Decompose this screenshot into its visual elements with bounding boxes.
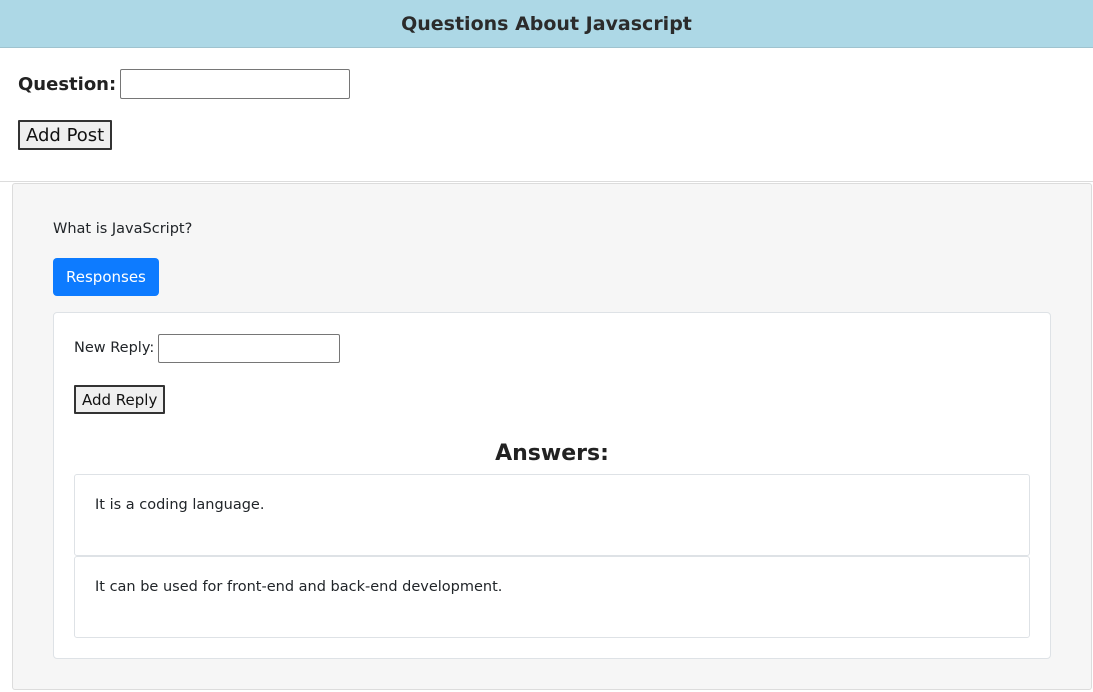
reply-input[interactable]	[158, 333, 341, 363]
post-question-text: What is JavaScript?	[53, 221, 193, 237]
reply-label: New Reply:	[74, 340, 155, 356]
responses-button[interactable]: Responses	[53, 258, 159, 296]
add-post-button[interactable]: Add Post	[18, 120, 113, 150]
page-title: Questions About Javascript	[401, 12, 692, 35]
replies-panel: New Reply: Add Reply Answers: It is a co…	[53, 312, 1051, 659]
question-label: Question:	[18, 73, 117, 95]
new-question-form: Question: Add Post	[0, 48, 1093, 182]
answer-item: It can be used for front-end and back-en…	[74, 556, 1030, 638]
answer-item: It is a coding language.	[74, 474, 1030, 556]
post-card: What is JavaScript? Responses New Reply:…	[12, 183, 1092, 690]
add-reply-button[interactable]: Add Reply	[74, 385, 166, 414]
question-input[interactable]	[120, 69, 351, 99]
answers-heading: Answers:	[495, 441, 609, 466]
reply-row: New Reply:	[74, 333, 1030, 363]
page-header: Questions About Javascript	[0, 0, 1093, 48]
question-row: Question:	[18, 68, 1075, 100]
